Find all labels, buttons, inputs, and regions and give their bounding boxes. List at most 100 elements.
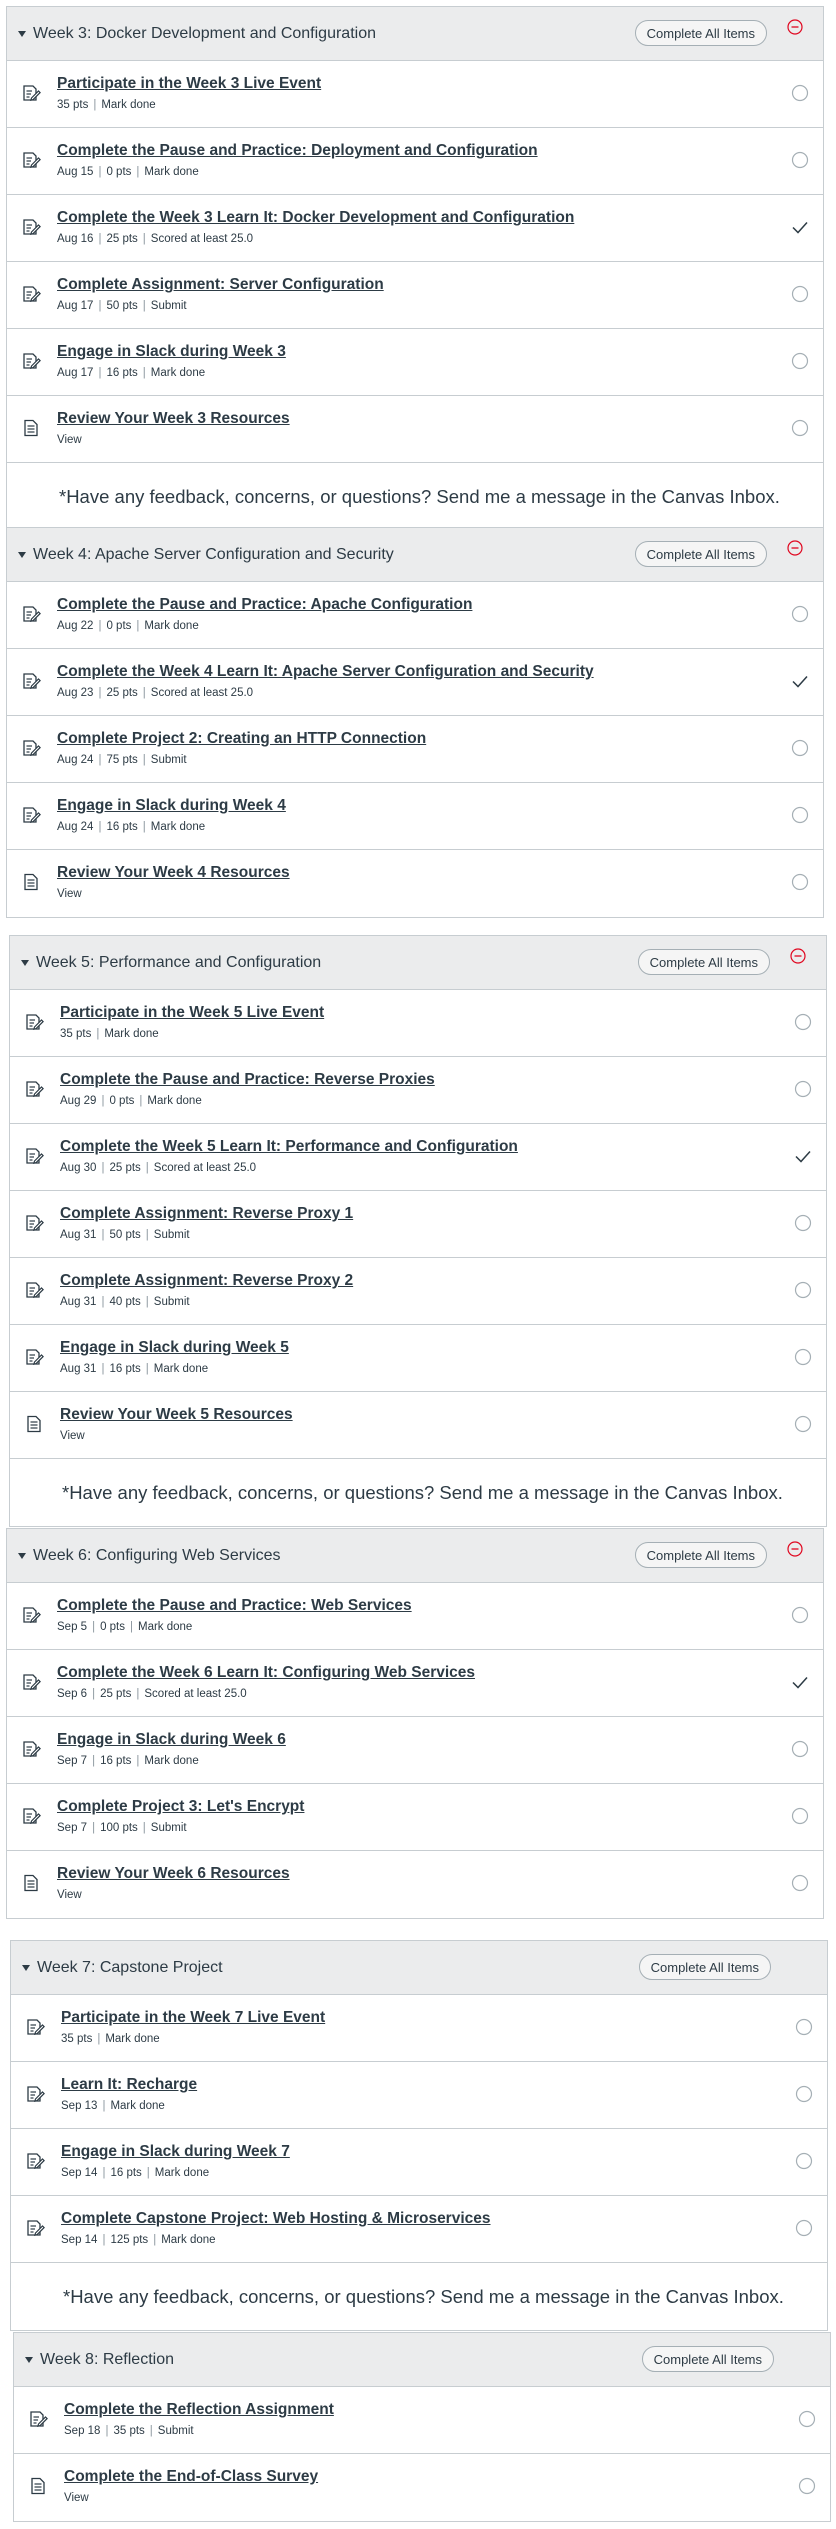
module-item: Engage in Slack during Week 5 Aug 31 | 16 p…: [10, 1325, 826, 1392]
feedback-note: *Have any feedback, concerns, or questio…: [59, 485, 780, 507]
meta-value: Sep 14: [61, 2167, 98, 2179]
module-item-link[interactable]: Complete the Week 6 Learn It: Configurin…: [57, 1664, 475, 1682]
meta-value: Mark done: [144, 166, 199, 178]
module-item-meta: Aug 30 | 25 pts | Scored at least 25.0: [60, 1162, 256, 1174]
module-item-link[interactable]: Complete Project 2: Creating an HTTP Con…: [57, 730, 426, 748]
module-item-link[interactable]: Complete the End-of-Class Survey: [64, 2468, 318, 2486]
meta-value: Aug 17: [57, 300, 94, 312]
meta-value: 75 pts: [106, 754, 138, 766]
meta-value: View: [57, 888, 82, 900]
assignment-icon: [21, 351, 41, 371]
caret-down-icon[interactable]: [18, 1552, 26, 1559]
page-icon: [21, 872, 41, 892]
assignment-icon: [21, 1739, 41, 1759]
module-item-link[interactable]: Review Your Week 6 Resources: [57, 1865, 290, 1883]
empty-circle-icon: [794, 1348, 812, 1366]
module-header[interactable]: Week 3: Docker Development and Configura…: [7, 7, 823, 61]
assignment-icon: [21, 150, 41, 170]
caret-down-icon[interactable]: [22, 1964, 30, 1971]
meta-separator: |: [93, 99, 97, 111]
module-item-link[interactable]: Complete the Pause and Practice: Apache …: [57, 596, 472, 614]
assignment-icon: [28, 2409, 48, 2429]
module-item-link[interactable]: Complete Assignment: Reverse Proxy 2: [60, 1272, 353, 1290]
empty-circle-icon: [791, 1874, 809, 1892]
module-item-link[interactable]: Engage in Slack during Week 5: [60, 1339, 289, 1357]
module-header[interactable]: Week 8: Reflection Complete All Items: [14, 2333, 830, 2387]
module-item-link[interactable]: Complete Capstone Project: Web Hosting &…: [61, 2210, 491, 2228]
meta-value: Mark done: [144, 620, 199, 632]
module-item-meta: Aug 22 | 0 pts | Mark done: [57, 620, 199, 632]
module-item-link[interactable]: Engage in Slack during Week 7: [61, 2143, 290, 2161]
module-item-link[interactable]: Complete the Week 5 Learn It: Performanc…: [60, 1138, 518, 1156]
complete-all-items-button[interactable]: Complete All Items: [634, 541, 767, 567]
module-item: Engage in Slack during Week 6 Sep 7 | 16 pt…: [7, 1717, 823, 1784]
caret-down-icon[interactable]: [18, 551, 26, 558]
meta-separator: |: [102, 2100, 106, 2112]
empty-circle-icon: [791, 873, 809, 891]
meta-separator: |: [92, 1688, 96, 1700]
module-item-link[interactable]: Engage in Slack during Week 3: [57, 343, 286, 361]
module-title: Week 6: Configuring Web Services: [33, 1546, 281, 1564]
assignment-icon: [21, 284, 41, 304]
module-item-link[interactable]: Complete the Week 3 Learn It: Docker Dev…: [57, 209, 574, 227]
module-item-link[interactable]: Review Your Week 3 Resources: [57, 410, 290, 428]
minus-circle-icon[interactable]: [790, 948, 806, 964]
module-item-link[interactable]: Complete Project 3: Let's Encrypt: [57, 1798, 304, 1816]
module-item-link[interactable]: Complete the Pause and Practice: Deploym…: [57, 142, 538, 160]
module-item-link[interactable]: Complete Assignment: Reverse Proxy 1: [60, 1205, 353, 1223]
meta-separator: |: [142, 367, 146, 379]
complete-all-items-button[interactable]: Complete All Items: [641, 2346, 774, 2372]
meta-value: Mark done: [138, 1621, 193, 1633]
empty-circle-icon: [795, 2085, 813, 2103]
meta-value: 0 pts: [106, 620, 132, 632]
minus-circle-icon[interactable]: [787, 19, 803, 35]
meta-value: 25 pts: [100, 1688, 132, 1700]
module-title: Week 3: Docker Development and Configura…: [33, 24, 376, 42]
complete-all-items-button[interactable]: Complete All Items: [634, 20, 767, 46]
meta-value: Mark done: [154, 2167, 210, 2179]
complete-all-items-button[interactable]: Complete All Items: [638, 1954, 771, 1980]
module-item-link[interactable]: Review Your Week 4 Resources: [57, 864, 290, 882]
module-item-link[interactable]: Complete Assignment: Server Configuratio…: [57, 276, 384, 294]
meta-separator: |: [98, 754, 102, 766]
empty-circle-icon: [794, 1281, 812, 1299]
module-header[interactable]: Week 4: Apache Server Configuration and …: [7, 528, 823, 582]
minus-circle-icon[interactable]: [787, 1541, 803, 1557]
module-item-link[interactable]: Participate in the Week 5 Live Event: [60, 1004, 324, 1022]
module-item-link[interactable]: Learn It: Recharge: [61, 2076, 197, 2094]
meta-separator: |: [142, 821, 146, 833]
complete-all-items-button[interactable]: Complete All Items: [637, 949, 770, 975]
module-item-meta: View: [57, 888, 82, 900]
module-item-link[interactable]: Complete the Week 4 Learn It: Apache Ser…: [57, 663, 594, 681]
module-item-meta: View: [64, 2492, 89, 2504]
caret-down-icon[interactable]: [21, 959, 29, 966]
complete-all-items-button[interactable]: Complete All Items: [634, 1542, 767, 1568]
module-item: Engage in Slack during Week 7 Sep 14 | 16 p…: [11, 2129, 827, 2196]
module-header[interactable]: Week 7: Capstone Project Complete All Ite…: [11, 1941, 827, 1995]
caret-down-icon[interactable]: [18, 30, 26, 37]
module-header[interactable]: Week 5: Performance and Configuration Com…: [10, 936, 826, 990]
empty-circle-icon: [794, 1214, 812, 1232]
module-item-link[interactable]: Engage in Slack during Week 6: [57, 1731, 286, 1749]
module-item: Complete the Week 4 Learn It: Apache Ser…: [7, 649, 823, 716]
module-item-link[interactable]: Participate in the Week 3 Live Event: [57, 75, 321, 93]
meta-value: Sep 5: [57, 1621, 88, 1633]
meta-value: Mark done: [104, 1028, 159, 1040]
module-item-link[interactable]: Participate in the Week 7 Live Event: [61, 2009, 325, 2027]
module-item-link[interactable]: Complete the Pause and Practice: Reverse…: [60, 1071, 435, 1089]
meta-value: 25 pts: [106, 233, 138, 245]
caret-down-icon[interactable]: [25, 2356, 33, 2363]
module-item-meta: Sep 7 | 100 pts | Submit: [57, 1822, 187, 1834]
module-item-meta: Sep 18 | 35 pts | Submit: [64, 2425, 194, 2437]
meta-separator: |: [142, 687, 146, 699]
meta-value: Scored at least 25.0: [150, 233, 254, 245]
module-item-link[interactable]: Review Your Week 5 Resources: [60, 1406, 293, 1424]
module-item-link[interactable]: Engage in Slack during Week 4: [57, 797, 286, 815]
minus-circle-icon[interactable]: [787, 540, 803, 556]
module-item-link[interactable]: Complete the Pause and Practice: Web Ser…: [57, 1597, 412, 1615]
meta-value: 0 pts: [109, 1095, 135, 1107]
module-header[interactable]: Week 6: Configuring Web Services Complete…: [7, 1529, 823, 1583]
module-item-meta: Aug 24 | 75 pts | Submit: [57, 754, 187, 766]
module-item-link[interactable]: Complete the Reflection Assignment: [64, 2401, 334, 2419]
module-item: Complete the Pause and Practice: Web Ser…: [7, 1583, 823, 1650]
